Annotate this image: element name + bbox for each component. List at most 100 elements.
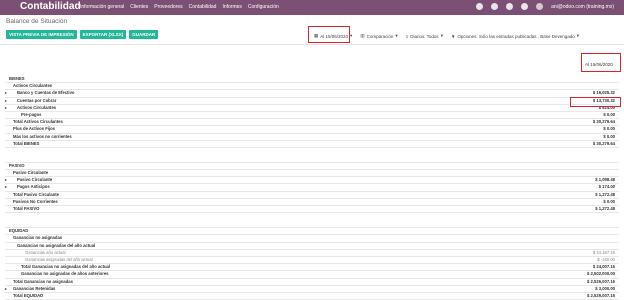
- book-icon: ≡: [405, 33, 409, 39]
- report-line-amount[interactable]: $ 30,279.64: [593, 119, 615, 125]
- menu-item-clientes[interactable]: Clientes: [130, 4, 148, 10]
- chart-icon: ▥: [360, 33, 365, 38]
- report-line-label: Ganancias no asignadas de años anteriore…: [21, 271, 109, 277]
- report-line-amount[interactable]: $ 24,007.16: [593, 264, 615, 270]
- report-line-amount[interactable]: $ 2,529,007.16: [587, 293, 615, 299]
- report-line-label: Activos Circulantes: [17, 104, 57, 110]
- menu-item-info[interactable]: Información general: [80, 4, 124, 10]
- user-menu[interactable]: ani@odoo.com (training.mx): [551, 4, 614, 10]
- report-line-label: Ganancias no asignadas del año actual: [17, 242, 96, 248]
- report-line-amount[interactable]: $ 24,167.16: [593, 250, 615, 256]
- report-line-label: Pasivo Circulante: [13, 170, 49, 176]
- report-line-label: Pagos Anticipos: [17, 184, 50, 190]
- report-line-amount[interactable]: $ 1,272.48: [595, 206, 615, 212]
- highlight-box-receivables: [570, 97, 621, 107]
- systray: ani@odoo.com (training.mx): [476, 3, 614, 10]
- report-line-label: Más los activos no corrientes: [13, 133, 72, 139]
- report-line[interactable]: ▸ Pasivo Circulante $ 1,098.48: [5, 177, 619, 185]
- expand-caret-icon[interactable]: ▸: [5, 105, 7, 111]
- report-line[interactable]: ▸ Cuentas por Cobrar $ 13,730.32: [5, 98, 619, 105]
- options-filter-label: Opciones: Sólo las entradas publicadas ,…: [457, 33, 575, 39]
- menu-item-informes[interactable]: Informes: [222, 4, 241, 10]
- phone-icon[interactable]: [521, 3, 529, 10]
- report-line-label: Ganancias año actual: [25, 249, 66, 255]
- report-line[interactable]: ▸ Activos Circulantes $ 524.00: [5, 105, 619, 112]
- report-line[interactable]: Pasivo Circulante: [5, 170, 619, 178]
- report-line-label: Cuentas por Cobrar: [17, 97, 57, 103]
- report-line-label: BIENES: [9, 76, 25, 81]
- comparison-filter[interactable]: ▥ Comparación ▾: [360, 33, 397, 39]
- report-line[interactable]: ▸ Banco y Cuentas de Efectivo $ 16,025.32: [5, 90, 619, 98]
- report-line-label: Pasivo Circulante: [17, 177, 53, 183]
- report-line[interactable]: Plus de Activos Fijos $ 0.00: [5, 126, 619, 134]
- report-line[interactable]: Total Pasivo Circulante $ 1,272.48: [5, 192, 619, 199]
- report-line-label: EQUIDAD: [9, 228, 29, 234]
- report-line[interactable]: ▸ Ganancias Retenidas $ 3,000.00: [5, 286, 619, 293]
- expand-caret-icon[interactable]: ▸: [5, 90, 7, 96]
- report-line[interactable]: Total BIENES $ 30,279.64: [5, 141, 619, 148]
- comparison-filter-label: Comparación: [366, 33, 394, 39]
- report-line[interactable]: Pre-pagos $ 0.00: [5, 111, 619, 120]
- expand-caret-icon[interactable]: ▸: [5, 177, 7, 183]
- journals-filter[interactable]: ≡ Diarios: Todos ▾: [406, 33, 443, 39]
- report-line[interactable]: PASIVO: [5, 163, 619, 171]
- section-spacer: [5, 213, 619, 229]
- report-line-label: Plus de Activos Fijos: [13, 126, 55, 132]
- avatar[interactable]: [536, 3, 544, 10]
- section-spacer: [5, 148, 619, 163]
- report-line-label: Pre-pagos: [21, 111, 42, 117]
- report-line[interactable]: Total PASIVO $ 1,272.48: [5, 206, 619, 214]
- expand-caret-icon[interactable]: ▸: [5, 98, 7, 104]
- app-name[interactable]: Contabilidad: [20, 1, 81, 12]
- action-buttons: VISTA PREVIA DE IMPRESIÓN EXPORTAR (XLSX…: [6, 30, 159, 39]
- divider: [0, 44, 624, 45]
- report-line-amount[interactable]: $ 0.00: [603, 112, 615, 118]
- report-line[interactable]: Pasivos No Corrientes $ 0.00: [5, 199, 619, 206]
- report-line-amount[interactable]: $ 1,098.48: [595, 177, 615, 183]
- report-line[interactable]: BIENES: [5, 76, 619, 84]
- report-line-amount[interactable]: $ 16,025.32: [593, 90, 615, 96]
- report-line-label: Total Ganancias no asignadas: [13, 278, 73, 284]
- expand-caret-icon[interactable]: ▸: [5, 286, 7, 292]
- report-line[interactable]: ▸ Pagos Anticipos $ 174.00: [5, 184, 619, 192]
- report-line-amount[interactable]: $ 3,000.00: [595, 286, 615, 292]
- report-line[interactable]: Activos Circulantes: [5, 83, 619, 91]
- report-line-label: Total Ganancias no asignadas del año act…: [21, 264, 111, 270]
- chevron-down-icon: ▾: [395, 33, 398, 38]
- chat-icon[interactable]: [476, 3, 484, 10]
- report-line[interactable]: Total Ganancias no asignadas $ 2,526,007.…: [5, 279, 619, 286]
- report-line[interactable]: Ganancias no asignadas de años anteriore…: [5, 271, 619, 279]
- report-line[interactable]: Total Ganancias no asignadas del año act…: [5, 264, 619, 272]
- export-xlsx-button[interactable]: EXPORTAR (XLSX): [79, 30, 127, 39]
- report-line-label: Ganancias Retenidas: [13, 285, 56, 291]
- save-button[interactable]: GUARDAR: [129, 30, 159, 39]
- report-line-amount[interactable]: $ 2,526,007.16: [587, 279, 615, 285]
- menu-item-proveedores[interactable]: Proveedores: [154, 4, 182, 10]
- report-line-amount[interactable]: $ -160.00: [597, 257, 615, 263]
- report-line[interactable]: Ganancias no asignadas del año actual: [5, 243, 619, 250]
- report-line[interactable]: Total Activos Circulantes $ 30,279.64: [5, 119, 619, 127]
- menu-item-configuracion[interactable]: Configuración: [248, 4, 279, 10]
- report-line-amount[interactable]: $ 2,502,000.00: [587, 271, 615, 277]
- report-line-amount[interactable]: $ 0.00: [603, 126, 615, 132]
- report-line-amount[interactable]: $ 30,279.64: [593, 141, 615, 147]
- journals-filter-label: Diarios: Todos: [410, 33, 439, 39]
- report-line[interactable]: Ganancias no asignadas: [5, 235, 619, 243]
- activity-icon[interactable]: [491, 3, 499, 10]
- report-line-amount[interactable]: $ 0.00: [603, 134, 615, 140]
- report-line-label: Activos Circulantes: [13, 83, 53, 89]
- report-line[interactable]: Más los activos no corrientes $ 0.00: [5, 134, 619, 141]
- menu-item-contabilidad[interactable]: Contabilidad: [189, 4, 217, 10]
- balance-sheet-table: BIENES Activos Circulantes ▸ Banco y Cuenta…: [5, 76, 619, 300]
- print-preview-button[interactable]: VISTA PREVIA DE IMPRESIÓN: [6, 30, 77, 39]
- expand-caret-icon[interactable]: ▸: [5, 184, 7, 190]
- report-line-amount[interactable]: $ 0.00: [603, 199, 615, 205]
- report-line-amount[interactable]: $ 174.00: [599, 184, 615, 190]
- report-line[interactable]: Ganancias año actual $ 24,167.16: [5, 250, 619, 257]
- report-line[interactable]: Ganancias asignadas del año actual $ -160…: [5, 257, 619, 265]
- options-filter[interactable]: ▼ Opciones: Sólo las entradas publicadas…: [451, 33, 579, 39]
- report-line[interactable]: EQUIDAD: [5, 228, 619, 236]
- report-line-amount[interactable]: $ 1,272.48: [595, 192, 615, 198]
- breadcrumb: Balance de Situación: [6, 18, 68, 25]
- debug-icon[interactable]: [506, 3, 514, 10]
